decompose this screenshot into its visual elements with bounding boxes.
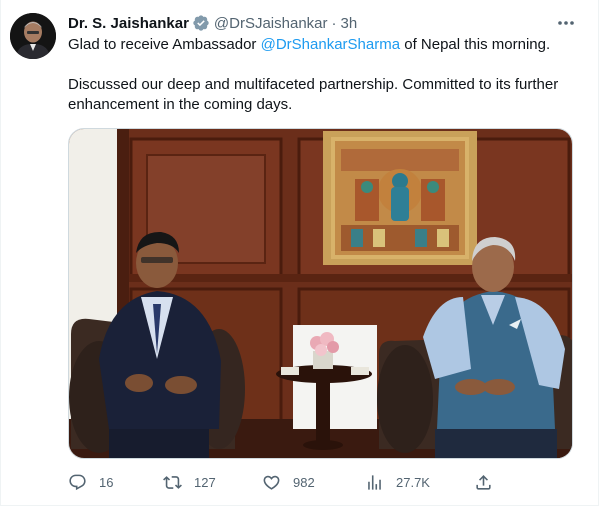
tweet-photo[interactable] bbox=[68, 128, 573, 459]
like-count: 982 bbox=[293, 474, 315, 490]
avatar[interactable] bbox=[10, 13, 56, 59]
like-button[interactable]: 982 bbox=[262, 470, 315, 494]
retweet-icon bbox=[163, 473, 182, 492]
left-border bbox=[0, 0, 1, 506]
tweet-line-1: Glad to receive Ambassador @DrShankarSha… bbox=[68, 35, 578, 55]
tweet-header: Dr. S. Jaishankar @DrSJaishankar · 3h bbox=[68, 13, 357, 33]
reply-icon bbox=[68, 473, 87, 492]
like-icon bbox=[262, 473, 281, 492]
views-count: 27.7K bbox=[396, 474, 430, 490]
text-pre: Glad to receive Ambassador bbox=[68, 36, 261, 53]
display-name[interactable]: Dr. S. Jaishankar bbox=[68, 15, 189, 32]
share-icon bbox=[474, 473, 493, 492]
text-post: of Nepal this morning. bbox=[400, 36, 551, 53]
timestamp[interactable]: 3h bbox=[341, 15, 358, 32]
action-bar: 16 127 982 27.7K bbox=[68, 470, 498, 494]
share-button[interactable] bbox=[474, 470, 493, 494]
more-icon[interactable] bbox=[555, 13, 577, 33]
verified-icon bbox=[192, 14, 210, 32]
views-icon bbox=[365, 473, 384, 492]
handle[interactable]: @DrSJaishankar bbox=[214, 15, 328, 32]
tweet-text: Glad to receive Ambassador @DrShankarSha… bbox=[68, 35, 578, 115]
retweet-button[interactable]: 127 bbox=[163, 470, 216, 494]
reply-count: 16 bbox=[99, 474, 114, 490]
views-button[interactable]: 27.7K bbox=[365, 470, 430, 494]
mention-link[interactable]: @DrShankarSharma bbox=[261, 36, 400, 53]
retweet-count: 127 bbox=[194, 474, 216, 490]
tweet-paragraph-2: Discussed our deep and multifaceted part… bbox=[68, 76, 559, 113]
reply-button[interactable]: 16 bbox=[68, 470, 113, 494]
separator: · bbox=[331, 14, 337, 32]
